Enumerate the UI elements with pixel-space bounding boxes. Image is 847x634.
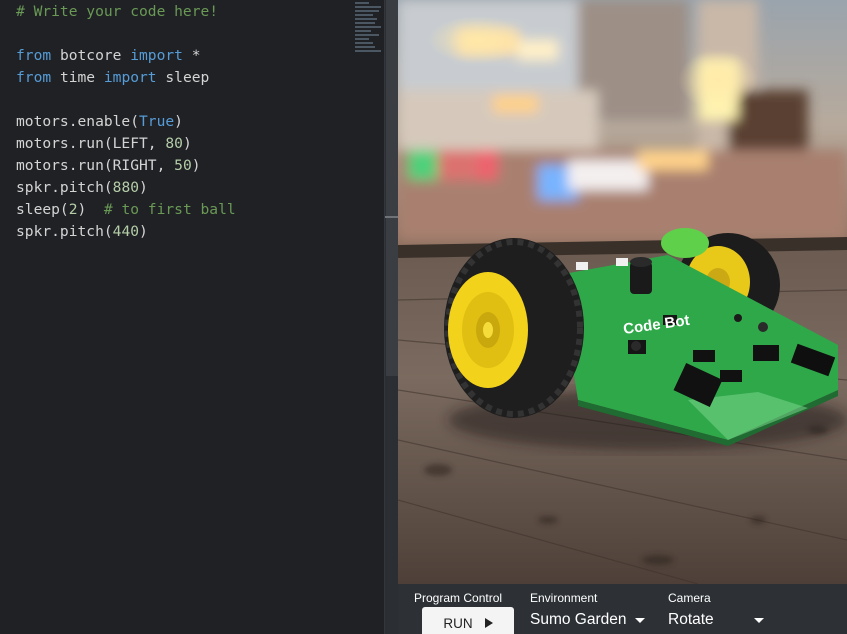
code-token: motors.enable( <box>16 113 140 130</box>
code-line[interactable]: motors.enable(True) <box>16 111 236 133</box>
simulator-scene: Code Bot <box>398 0 847 584</box>
run-button-label: RUN <box>443 615 473 631</box>
code-token: import <box>103 69 157 86</box>
environment-value: Sumo Garden <box>530 611 627 628</box>
environment-label: Environment <box>530 591 598 605</box>
code-token: ) <box>77 201 104 218</box>
camera-value: Rotate <box>668 611 714 628</box>
code-line[interactable] <box>16 89 236 111</box>
code-token: ) <box>191 157 201 174</box>
code-token: spkr.pitch( <box>16 179 113 196</box>
code-token: import <box>130 47 183 64</box>
simulator-viewport[interactable]: Code Bot <box>398 0 847 584</box>
simulator-controls: Program Control RUN Environment Sumo Gar… <box>398 584 847 634</box>
editor-scrollbar[interactable] <box>384 0 399 634</box>
code-token: ) <box>174 113 183 130</box>
code-text-area[interactable]: # Write your code here! from botcore imp… <box>16 1 236 243</box>
code-line[interactable]: spkr.pitch(440) <box>16 221 236 243</box>
code-token: 440 <box>112 223 140 240</box>
code-line[interactable]: # Write your code here! <box>16 1 236 23</box>
program-control-label: Program Control <box>414 591 503 605</box>
code-token: 50 <box>174 157 192 174</box>
code-line[interactable] <box>16 23 236 45</box>
code-token: * <box>182 47 201 64</box>
city-backdrop <box>398 0 847 250</box>
code-token: spkr.pitch( <box>16 223 113 240</box>
code-token: from <box>16 47 52 64</box>
editor-scrollbar-marker <box>385 216 399 218</box>
code-editor[interactable]: # Write your code here! from botcore imp… <box>0 0 384 634</box>
code-token: motors.run(LEFT, <box>16 135 166 152</box>
camera-select[interactable]: Rotate <box>668 611 764 629</box>
code-token: botcore <box>51 47 131 64</box>
code-token: motors.run(RIGHT, <box>16 157 175 174</box>
chevron-down-icon <box>634 617 645 623</box>
caster-ball <box>661 228 709 258</box>
run-button[interactable]: RUN <box>422 607 514 634</box>
code-token: time <box>51 69 104 86</box>
code-line[interactable]: sleep(2) # to first ball <box>16 199 236 221</box>
code-token: # to first ball <box>103 201 236 218</box>
code-token: 2 <box>68 201 78 218</box>
code-token: sleep <box>156 69 210 86</box>
code-token: # Write your code here! <box>16 3 219 20</box>
code-token: True <box>139 113 175 130</box>
code-token: 880 <box>112 179 140 196</box>
code-line[interactable]: from time import sleep <box>16 67 236 89</box>
editor-scrollbar-thumb[interactable] <box>386 0 398 376</box>
code-token: ) <box>139 179 148 196</box>
code-line[interactable]: from botcore import * <box>16 45 236 67</box>
editor-minimap[interactable] <box>355 2 383 58</box>
code-line[interactable]: spkr.pitch(880) <box>16 177 236 199</box>
camera-label: Camera <box>668 591 711 605</box>
chevron-down-icon <box>753 617 764 623</box>
play-icon <box>484 618 493 628</box>
code-line[interactable]: motors.run(RIGHT, 50) <box>16 155 236 177</box>
code-token: ) <box>139 223 148 240</box>
front-wheel <box>444 238 584 418</box>
code-token: from <box>16 69 52 86</box>
code-token: sleep( <box>16 201 69 218</box>
code-line[interactable]: motors.run(LEFT, 80) <box>16 133 236 155</box>
code-token: 80 <box>165 135 183 152</box>
environment-select[interactable]: Sumo Garden <box>530 611 645 629</box>
code-token: ) <box>182 135 192 152</box>
